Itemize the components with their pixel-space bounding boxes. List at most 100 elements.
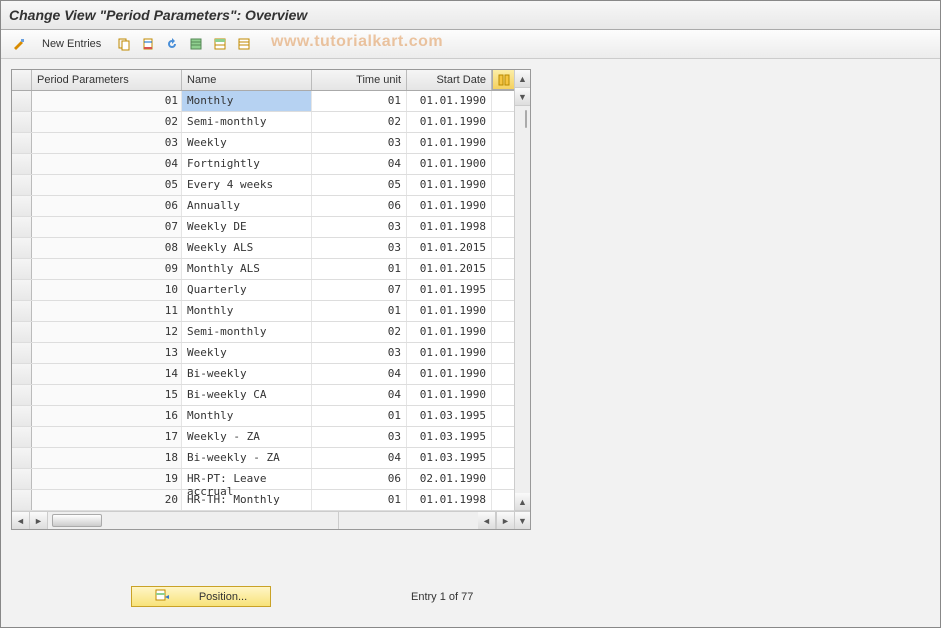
cell-start-date[interactable]: 01.01.1990	[407, 343, 492, 363]
row-selector[interactable]	[12, 490, 32, 510]
vscroll-down-icon[interactable]: ▼	[515, 88, 530, 106]
cell-start-date[interactable]: 01.01.1990	[407, 91, 492, 111]
cell-time-unit[interactable]: 05	[312, 175, 407, 195]
table-row[interactable]: 14Bi-weekly0401.01.1990	[12, 364, 514, 385]
cell-start-date[interactable]: 01.01.1900	[407, 154, 492, 174]
table-row[interactable]: 16Monthly0101.03.1995	[12, 406, 514, 427]
row-selector[interactable]	[12, 217, 32, 237]
vscroll-up2-icon[interactable]: ▲	[515, 493, 530, 511]
cell-start-date[interactable]: 01.01.1995	[407, 280, 492, 300]
cell-time-unit[interactable]: 03	[312, 217, 407, 237]
cell-start-date[interactable]: 01.01.1990	[407, 112, 492, 132]
cell-start-date[interactable]: 01.01.1990	[407, 175, 492, 195]
cell-time-unit[interactable]: 02	[312, 112, 407, 132]
position-button[interactable]: Position...	[131, 586, 271, 607]
table-row[interactable]: 12Semi-monthly0201.01.1990	[12, 322, 514, 343]
table-row[interactable]: 13Weekly0301.01.1990	[12, 343, 514, 364]
cell-name[interactable]: Every 4 weeks	[182, 175, 312, 195]
cell-time-unit[interactable]: 02	[312, 322, 407, 342]
col-period-parameters[interactable]: Period Parameters	[32, 70, 182, 90]
cell-start-date[interactable]: 02.01.1990	[407, 469, 492, 489]
row-selector[interactable]	[12, 364, 32, 384]
cell-name[interactable]: Weekly ALS	[182, 238, 312, 258]
row-selector[interactable]	[12, 343, 32, 363]
cell-time-unit[interactable]: 06	[312, 196, 407, 216]
cell-name[interactable]: Bi-weekly	[182, 364, 312, 384]
cell-time-unit[interactable]: 03	[312, 238, 407, 258]
cell-name[interactable]: Weekly DE	[182, 217, 312, 237]
select-all-header[interactable]	[12, 70, 32, 90]
cell-period-parameters[interactable]: 02	[32, 112, 182, 132]
cell-period-parameters[interactable]: 16	[32, 406, 182, 426]
row-selector[interactable]	[12, 154, 32, 174]
cell-start-date[interactable]: 01.01.1990	[407, 385, 492, 405]
cell-name[interactable]: Weekly	[182, 343, 312, 363]
row-selector[interactable]	[12, 385, 32, 405]
cell-name[interactable]: Bi-weekly - ZA	[182, 448, 312, 468]
row-selector[interactable]	[12, 469, 32, 489]
table-row[interactable]: 07Weekly DE0301.01.1998	[12, 217, 514, 238]
hscroll-right-icon[interactable]: ►	[30, 512, 48, 529]
cell-period-parameters[interactable]: 04	[32, 154, 182, 174]
table-row[interactable]: 02Semi-monthly0201.01.1990	[12, 112, 514, 133]
cell-name[interactable]: HR-TH: Monthly	[182, 490, 312, 510]
cell-name[interactable]: Monthly	[182, 406, 312, 426]
undo-icon[interactable]	[162, 34, 182, 54]
cell-name[interactable]: Bi-weekly CA	[182, 385, 312, 405]
cell-start-date[interactable]: 01.01.1998	[407, 217, 492, 237]
cell-start-date[interactable]: 01.01.1990	[407, 196, 492, 216]
cell-time-unit[interactable]: 07	[312, 280, 407, 300]
vscroll-down2-icon[interactable]: ▼	[515, 511, 530, 529]
cell-time-unit[interactable]: 04	[312, 154, 407, 174]
hscroll-right2-icon[interactable]: ►	[496, 512, 514, 529]
row-selector[interactable]	[12, 133, 32, 153]
row-selector[interactable]	[12, 196, 32, 216]
cell-period-parameters[interactable]: 03	[32, 133, 182, 153]
vscroll-thumb[interactable]	[525, 110, 527, 128]
cell-time-unit[interactable]: 01	[312, 91, 407, 111]
cell-start-date[interactable]: 01.01.1990	[407, 364, 492, 384]
row-selector[interactable]	[12, 112, 32, 132]
table-row[interactable]: 15Bi-weekly CA0401.01.1990	[12, 385, 514, 406]
hscroll-left-icon[interactable]: ◄	[12, 512, 30, 529]
toggle-display-icon[interactable]	[9, 34, 29, 54]
cell-start-date[interactable]: 01.03.1995	[407, 427, 492, 447]
table-row[interactable]: 17Weekly - ZA0301.03.1995	[12, 427, 514, 448]
cell-start-date[interactable]: 01.01.1990	[407, 322, 492, 342]
cell-time-unit[interactable]: 04	[312, 385, 407, 405]
cell-time-unit[interactable]: 04	[312, 364, 407, 384]
vertical-scrollbar[interactable]: ▲ ▼ ▲ ▼	[514, 70, 530, 529]
table-row[interactable]: 09Monthly ALS0101.01.2015	[12, 259, 514, 280]
cell-time-unit[interactable]: 03	[312, 427, 407, 447]
copy-icon[interactable]	[114, 34, 134, 54]
hscroll-left2-icon[interactable]: ◄	[478, 512, 496, 529]
cell-period-parameters[interactable]: 01	[32, 91, 182, 111]
table-row[interactable]: 20HR-TH: Monthly0101.01.1998	[12, 490, 514, 511]
cell-start-date[interactable]: 01.01.1990	[407, 301, 492, 321]
col-start-date[interactable]: Start Date	[407, 70, 492, 90]
cell-start-date[interactable]: 01.01.1998	[407, 490, 492, 510]
column-config-icon[interactable]	[492, 70, 514, 90]
cell-time-unit[interactable]: 01	[312, 259, 407, 279]
cell-period-parameters[interactable]: 06	[32, 196, 182, 216]
hscroll-track[interactable]	[48, 512, 338, 529]
cell-time-unit[interactable]: 03	[312, 133, 407, 153]
cell-name[interactable]: Monthly	[182, 91, 312, 111]
row-selector[interactable]	[12, 406, 32, 426]
horizontal-scrollbar[interactable]: ◄ ► ◄ ►	[12, 511, 514, 529]
cell-time-unit[interactable]: 03	[312, 343, 407, 363]
cell-name[interactable]: Annually	[182, 196, 312, 216]
cell-period-parameters[interactable]: 19	[32, 469, 182, 489]
col-time-unit[interactable]: Time unit	[312, 70, 407, 90]
cell-start-date[interactable]: 01.03.1995	[407, 448, 492, 468]
delete-icon[interactable]	[138, 34, 158, 54]
cell-start-date[interactable]: 01.01.1990	[407, 133, 492, 153]
cell-name[interactable]: Semi-monthly	[182, 322, 312, 342]
vscroll-up-icon[interactable]: ▲	[515, 70, 530, 88]
row-selector[interactable]	[12, 175, 32, 195]
cell-name[interactable]: Weekly - ZA	[182, 427, 312, 447]
cell-time-unit[interactable]: 01	[312, 490, 407, 510]
cell-period-parameters[interactable]: 10	[32, 280, 182, 300]
cell-name[interactable]: Quarterly	[182, 280, 312, 300]
row-selector[interactable]	[12, 301, 32, 321]
